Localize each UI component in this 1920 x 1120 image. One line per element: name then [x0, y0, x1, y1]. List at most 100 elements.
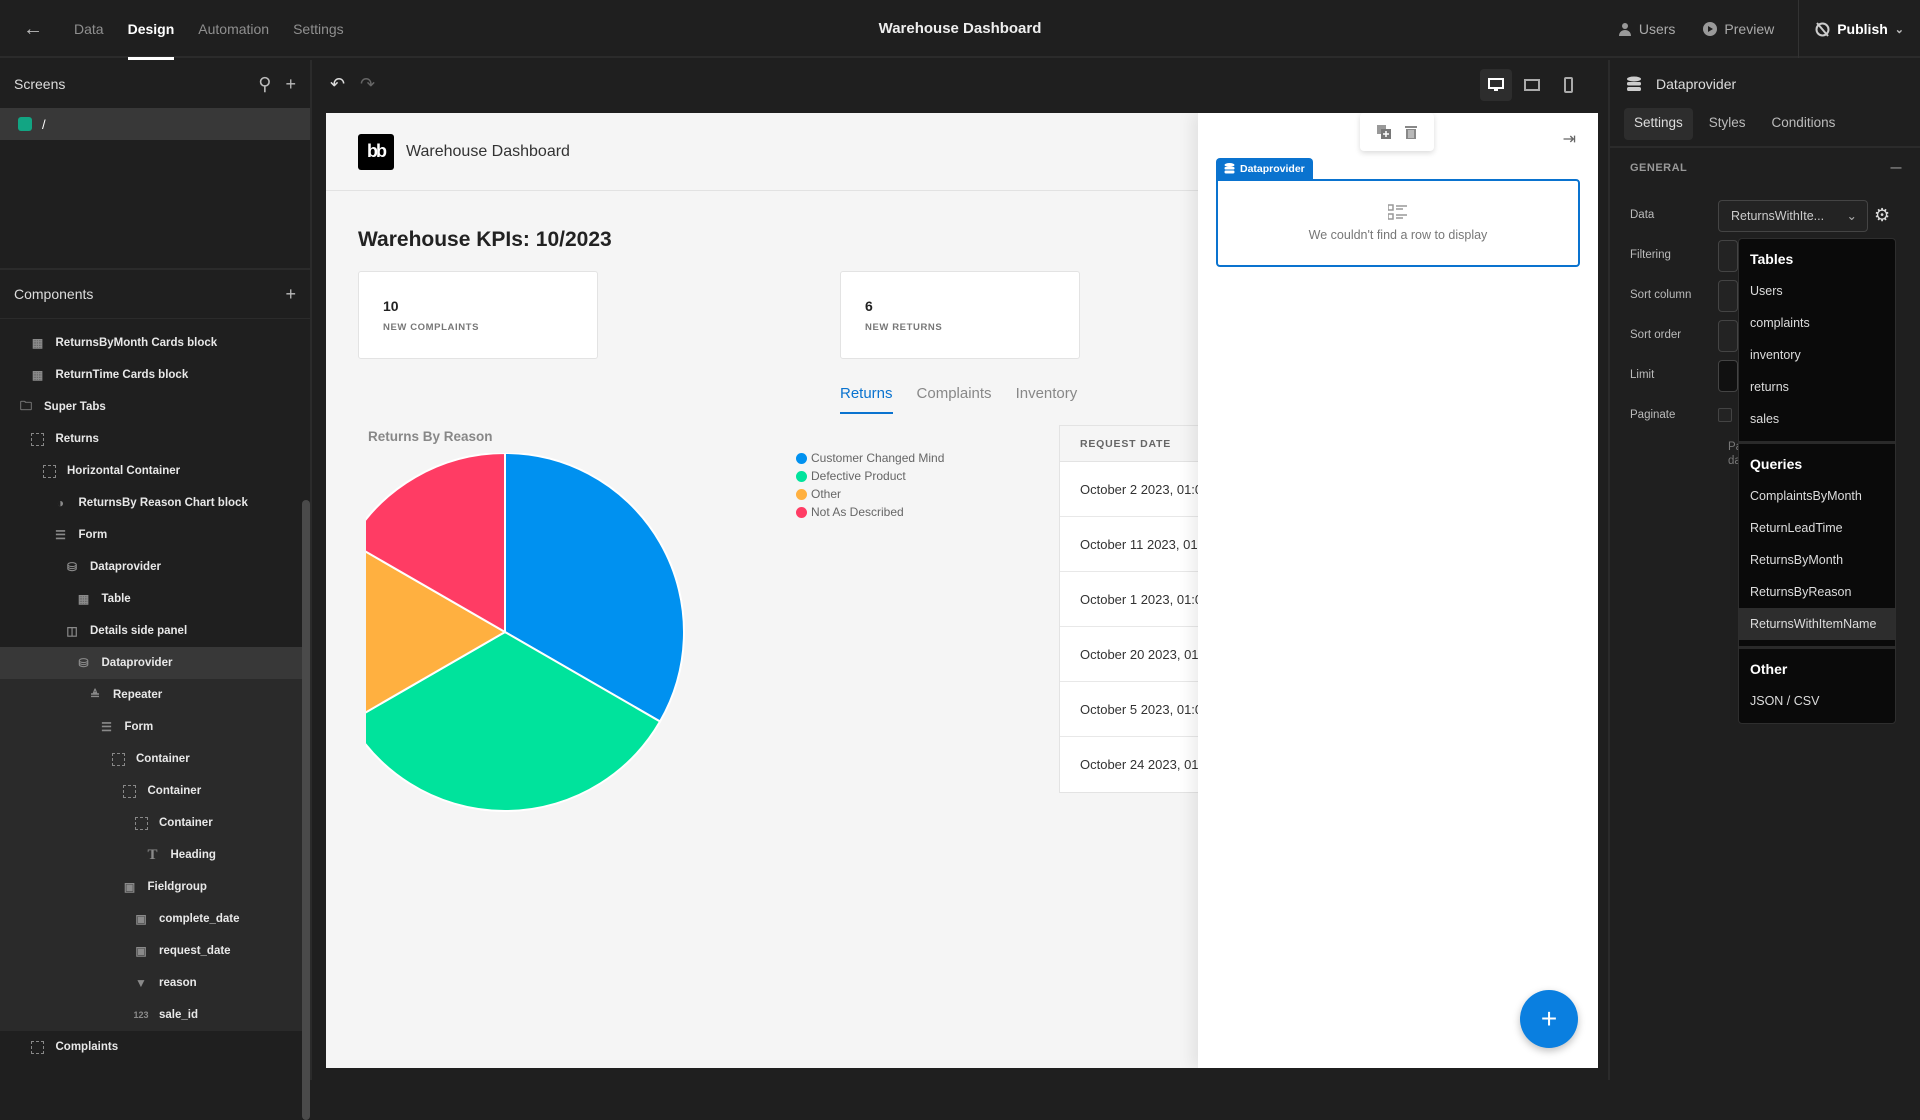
- tree-item[interactable]: ▦ Table: [0, 583, 302, 615]
- preview-label: Preview: [1724, 21, 1775, 37]
- dropdown-option[interactable]: complaints: [1739, 307, 1895, 339]
- search-icon[interactable]: ⚲: [258, 74, 271, 95]
- paginate-checkbox[interactable]: [1718, 408, 1732, 422]
- dataprovider-tag[interactable]: Dataprovider: [1216, 158, 1313, 179]
- side-panel-icon: ◫: [66, 624, 78, 638]
- data-source-value: ReturnsWithIte...: [1731, 209, 1825, 223]
- tree-item-label: Details side panel: [90, 625, 188, 637]
- nav-settings[interactable]: Settings: [281, 0, 356, 58]
- dropdown-option[interactable]: sales: [1739, 403, 1895, 435]
- tree-scrollbar[interactable]: [302, 500, 310, 1120]
- container-icon: [122, 784, 138, 798]
- desktop-view-button[interactable]: [1480, 69, 1512, 101]
- tree-item-label: ReturnTime Cards block: [55, 369, 189, 381]
- general-section-header[interactable]: GENERAL —: [1610, 148, 1920, 174]
- tree-item[interactable]: Returns: [0, 423, 302, 455]
- sort-column-select[interactable]: [1718, 280, 1738, 312]
- data-source-dropdown: Tables Users complaints inventory returns sal…: [1738, 238, 1896, 724]
- tree-item[interactable]: Container: [0, 775, 302, 807]
- tab-settings[interactable]: Settings: [1624, 108, 1693, 140]
- close-panel-icon[interactable]: ⇥: [1563, 129, 1576, 149]
- tree-item-label: reason: [159, 977, 197, 989]
- tree-item[interactable]: 🗀 Super Tabs: [0, 391, 302, 423]
- tab-returns[interactable]: Returns: [840, 385, 893, 414]
- tree-item[interactable]: ◫ Details side panel: [0, 615, 302, 647]
- tree-item[interactable]: ▣ request_date: [0, 935, 302, 967]
- tree-item[interactable]: ◑ ReturnsBy Reason Chart block: [0, 487, 302, 519]
- tab-styles[interactable]: Styles: [1699, 108, 1756, 140]
- tree-item[interactable]: 123 sale_id: [0, 999, 302, 1031]
- mobile-icon: [1564, 77, 1573, 93]
- container-icon: [41, 464, 57, 478]
- nav-automation[interactable]: Automation: [186, 0, 281, 58]
- gear-icon[interactable]: ⚙: [1874, 205, 1890, 226]
- tree-item[interactable]: T Heading: [0, 839, 302, 871]
- tree-item[interactable]: ⛁ Dataprovider: [0, 647, 302, 679]
- back-arrow-icon[interactable]: ←: [22, 18, 44, 40]
- form-icon: ☰: [55, 528, 66, 542]
- data-source-select[interactable]: ReturnsWithIte... ⌄: [1718, 200, 1868, 232]
- publish-button[interactable]: Publish ⌄: [1799, 0, 1920, 58]
- field-label-sort-column: Sort column: [1630, 289, 1692, 301]
- filtering-button[interactable]: [1718, 240, 1738, 272]
- collapse-icon[interactable]: —: [1891, 162, 1903, 174]
- trash-icon[interactable]: [1405, 125, 1417, 139]
- add-button[interactable]: +: [1520, 990, 1578, 1048]
- dropdown-option[interactable]: returns: [1739, 371, 1895, 403]
- tree-item[interactable]: ▣ Fieldgroup: [0, 871, 302, 903]
- tablet-view-button[interactable]: [1516, 69, 1548, 101]
- tree-item[interactable]: Horizontal Container: [0, 455, 302, 487]
- dropdown-option[interactable]: ComplaintsByMonth: [1739, 480, 1895, 512]
- add-component-icon[interactable]: +: [285, 284, 296, 305]
- legend-item[interactable]: Customer Changed Mind: [796, 449, 944, 467]
- dropdown-option[interactable]: ReturnLeadTime: [1739, 512, 1895, 544]
- number-icon: 123: [133, 1010, 149, 1020]
- duplicate-icon[interactable]: [1377, 125, 1391, 139]
- app-logo[interactable]: bb: [358, 133, 394, 170]
- mobile-view-button[interactable]: [1552, 69, 1584, 101]
- dataprovider-placeholder[interactable]: We couldn't find a row to display: [1216, 179, 1580, 267]
- properties-header: Dataprovider: [1610, 60, 1920, 108]
- tree-item[interactable]: ☰ Form: [0, 711, 302, 743]
- sort-order-select[interactable]: [1718, 320, 1738, 352]
- screen-item[interactable]: /: [0, 108, 310, 140]
- dropdown-option[interactable]: Users: [1739, 275, 1895, 307]
- dropdown-option[interactable]: ReturnsByMonth: [1739, 544, 1895, 576]
- legend-item[interactable]: Other: [796, 485, 944, 503]
- heading-icon: T: [147, 846, 158, 863]
- tree-item[interactable]: Container: [0, 743, 302, 775]
- preview-button[interactable]: Preview: [1689, 0, 1788, 58]
- legend-item[interactable]: Not As Described: [796, 503, 944, 521]
- tab-inventory[interactable]: Inventory: [1016, 385, 1078, 414]
- tree-item[interactable]: ▦ ReturnTime Cards block: [0, 359, 302, 391]
- dropdown-option[interactable]: ReturnsByReason: [1739, 576, 1895, 608]
- details-side-panel: ⇥ Dataprovider We couldn't find a row to…: [1198, 113, 1598, 1068]
- dropdown-option[interactable]: JSON / CSV: [1739, 685, 1895, 717]
- tab-conditions[interactable]: Conditions: [1762, 108, 1846, 140]
- undo-icon[interactable]: ↶: [330, 74, 345, 95]
- nav-data[interactable]: Data: [62, 0, 116, 58]
- users-button[interactable]: Users: [1604, 0, 1690, 58]
- tree-item[interactable]: Container: [0, 807, 302, 839]
- tree-item[interactable]: Complaints: [0, 1031, 302, 1063]
- field-label-filtering: Filtering: [1630, 249, 1671, 261]
- legend-item[interactable]: Defective Product: [796, 467, 944, 485]
- tree-item-label: complete_date: [159, 913, 240, 925]
- add-screen-icon[interactable]: +: [285, 74, 296, 95]
- cards-icon: ▦: [31, 336, 44, 350]
- dropdown-option[interactable]: inventory: [1739, 339, 1895, 371]
- tree-item[interactable]: ▦ ReturnsByMonth Cards block: [0, 327, 302, 359]
- tree-item[interactable]: ▣ complete_date: [0, 903, 302, 935]
- tab-complaints[interactable]: Complaints: [917, 385, 992, 414]
- tree-item[interactable]: ☰ Form: [0, 519, 302, 551]
- legend-swatch: [796, 452, 807, 464]
- nav-design[interactable]: Design: [116, 0, 187, 60]
- tree-item[interactable]: ≜ Repeater: [0, 679, 302, 711]
- redo-icon[interactable]: ↷: [360, 74, 375, 95]
- legend-swatch: [796, 506, 807, 518]
- dropdown-option[interactable]: ReturnsWithItemName: [1739, 608, 1895, 640]
- limit-input[interactable]: [1718, 360, 1738, 392]
- tree-item-label: Container: [159, 817, 213, 829]
- tree-item[interactable]: ▼ reason: [0, 967, 302, 999]
- tree-item[interactable]: ⛁ Dataprovider: [0, 551, 302, 583]
